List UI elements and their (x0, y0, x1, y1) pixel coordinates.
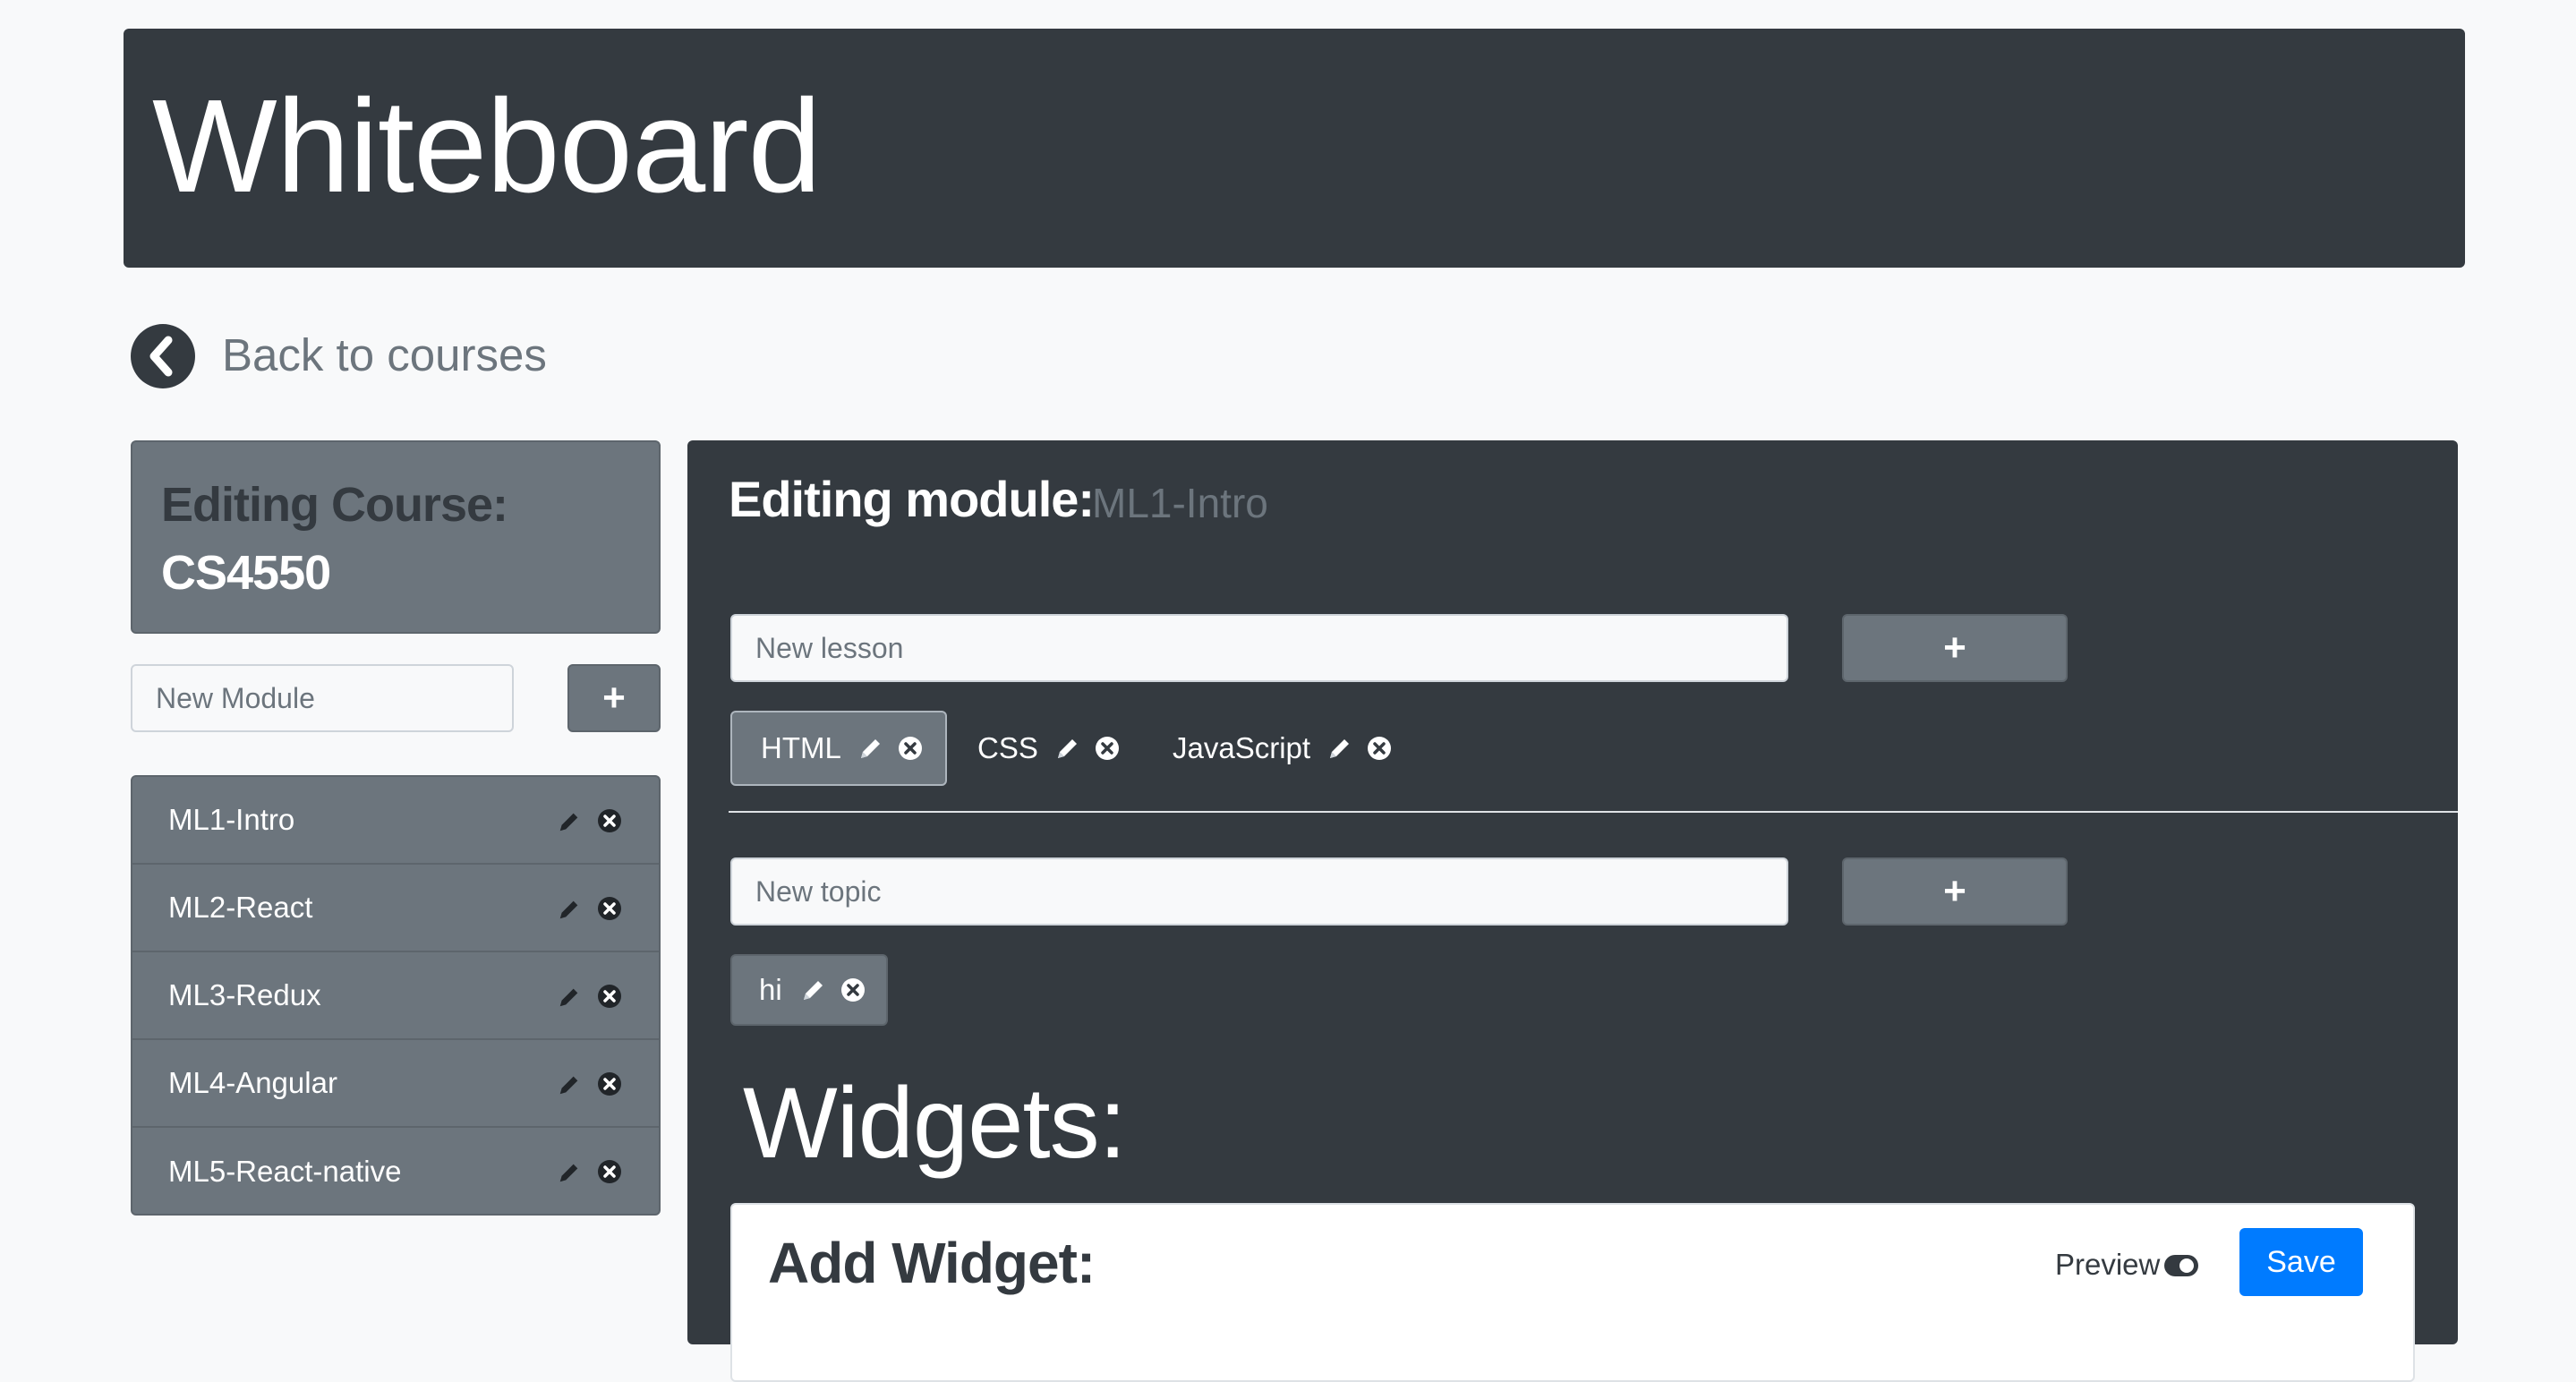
pencil-icon[interactable] (557, 809, 582, 839)
times-circle-icon[interactable] (1366, 735, 1393, 762)
course-card: Editing Course: CS4550 (131, 440, 661, 634)
lessons-divider (729, 811, 2458, 813)
course-name: CS4550 (161, 546, 331, 600)
times-circle-icon[interactable] (596, 895, 623, 926)
pencil-icon[interactable] (1054, 735, 1081, 762)
times-circle-icon[interactable] (596, 1158, 623, 1190)
add-lesson-label: + (1943, 626, 1966, 670)
times-circle-icon[interactable] (596, 983, 623, 1014)
new-topic-input[interactable] (754, 874, 1765, 909)
module-label: ML5-React-native (168, 1155, 402, 1188)
module-label: ML3-Redux (168, 978, 321, 1011)
widgets-title: Widgets: (743, 1067, 1127, 1179)
pencil-icon[interactable] (857, 735, 884, 762)
back-to-courses-link[interactable]: Back to courses (222, 328, 547, 382)
save-button[interactable]: Save (2239, 1228, 2363, 1296)
course-heading-label: Editing Course: (161, 478, 508, 532)
module-label: ML4-Angular (168, 1066, 337, 1099)
pencil-icon[interactable] (557, 897, 582, 926)
toggle-icon[interactable] (2164, 1255, 2198, 1276)
lesson-tab-label: HTML (761, 731, 841, 764)
times-circle-icon[interactable] (840, 977, 866, 1003)
editing-module-heading: Editing module: (729, 471, 1095, 527)
topic-label: hi (759, 973, 782, 1006)
back-chevron-icon[interactable] (131, 324, 195, 388)
new-lesson-field[interactable] (730, 614, 1788, 682)
module-item[interactable]: ML3-Redux (132, 952, 659, 1040)
course-heading: Editing Course: CS4550 (161, 471, 508, 607)
new-module-field[interactable] (131, 664, 514, 732)
topic-pill[interactable]: hi (730, 954, 888, 1026)
module-item[interactable]: ML1-Intro (132, 777, 659, 865)
pencil-icon[interactable] (557, 1072, 582, 1102)
times-circle-icon[interactable] (596, 1071, 623, 1102)
app-title: Whiteboard (152, 73, 822, 220)
pencil-icon[interactable] (800, 977, 827, 1003)
lesson-tab[interactable]: CSS (960, 711, 1121, 786)
pencil-icon[interactable] (557, 985, 582, 1014)
lesson-tab[interactable]: JavaScript (1147, 711, 1398, 786)
add-lesson-button[interactable]: + (1842, 614, 2068, 682)
times-circle-icon[interactable] (596, 807, 623, 839)
module-item[interactable]: ML5-React-native (132, 1128, 659, 1216)
add-module-label: + (602, 676, 626, 720)
add-widget-title: Add Widget: (768, 1231, 1096, 1295)
new-module-input[interactable] (154, 680, 490, 716)
toggle-knob (2179, 1258, 2194, 1273)
lesson-tab[interactable]: HTML (730, 711, 947, 786)
lesson-tab-label: JavaScript (1173, 731, 1311, 764)
add-module-button[interactable]: + (567, 664, 661, 732)
module-label: ML1-Intro (168, 803, 295, 836)
add-widget-card: Add Widget: Preview Save (730, 1203, 2415, 1382)
lesson-tab-label: CSS (977, 731, 1038, 764)
times-circle-icon[interactable] (1094, 735, 1121, 762)
pencil-icon[interactable] (1326, 735, 1353, 762)
new-topic-field[interactable] (730, 857, 1788, 926)
editing-module-name: ML1-Intro (1092, 480, 1268, 526)
times-circle-icon[interactable] (897, 735, 924, 762)
module-list: ML1-Intro ML2-React ML3-Redux ML4-Angular ML… (131, 775, 661, 1216)
module-item[interactable]: ML2-React (132, 865, 659, 952)
add-topic-button[interactable]: + (1842, 857, 2068, 926)
pencil-icon[interactable] (557, 1160, 582, 1190)
module-item[interactable]: ML4-Angular (132, 1040, 659, 1128)
preview-label: Preview (2055, 1248, 2161, 1281)
add-topic-label: + (1943, 869, 1966, 913)
module-label: ML2-React (168, 891, 313, 924)
new-lesson-input[interactable] (754, 630, 1765, 666)
